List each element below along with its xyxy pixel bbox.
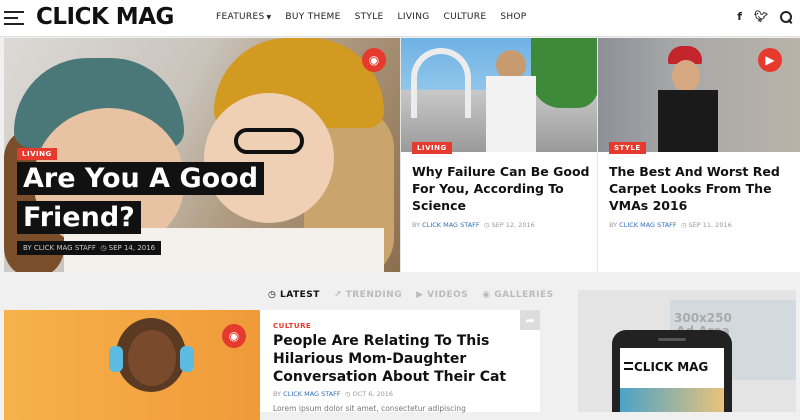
tab-trending[interactable]: ↗ TRENDING [334,290,402,300]
featured-title[interactable]: People Are Relating To This Hilarious Mo… [273,332,523,386]
tab-label: LATEST [280,290,320,300]
clock-icon: ◷ [483,221,490,229]
phone-speaker [658,338,686,341]
hamburger-menu-icon [624,362,633,370]
phone-screen: CLICK MAG [620,348,724,412]
featured-article[interactable]: CULTURE People Are Relating To This Hila… [260,310,540,413]
nav-item-living[interactable]: LIVING [398,12,430,22]
category-tag[interactable]: STYLE [609,142,646,154]
hamburger-menu-icon[interactable] [4,11,24,25]
category-tag[interactable]: LIVING [412,142,452,154]
camera-icon: ◉ [362,48,386,72]
nav-item-shop[interactable]: SHOP [500,12,526,22]
phone-logo: CLICK MAG [634,360,709,374]
play-icon: ▶ [416,290,424,300]
article-title[interactable]: The Best And Worst Red Carpet Looks From… [609,163,789,214]
hero-title-line-2[interactable]: Friend? [17,201,141,234]
category-tag[interactable]: LIVING [17,148,57,160]
meta-date: OCT 6, 2016 [352,390,394,398]
site-logo[interactable]: CLICK MAG [36,4,174,30]
tab-galleries[interactable]: ◉ GALLERIES [482,290,553,300]
main-nav: FEATURES ▼ BUY THEME STYLE LIVING CULTURE… [216,12,541,22]
nav-item-culture[interactable]: CULTURE [444,12,487,22]
social-links: f 🐦︎ [737,10,792,23]
nav-item-buy-theme[interactable]: BUY THEME [285,12,340,22]
article-image-part [672,60,700,92]
featured-image-part [180,346,194,372]
meta-by: BY [609,221,618,229]
featured-image[interactable]: ◉ [4,310,260,420]
clock-icon: ◷ [680,221,687,229]
meta-author[interactable]: CLICK MAG STAFF [283,390,341,398]
ad-label-line: 300x250 [674,311,732,325]
hero-image-part [234,128,304,154]
featured-image-part [109,346,123,372]
trending-icon: ↗ [333,290,342,300]
hero-author: BY CLICK MAG STAFF [23,244,96,252]
featured-meta: BY CLICK MAG STAFF ◷ OCT 6, 2016 [273,390,393,398]
meta-by: BY [273,390,282,398]
hero-image-part [204,93,334,223]
hero-title-line-1[interactable]: Are You A Good [17,162,265,195]
meta-author[interactable]: CLICK MAG STAFF [422,221,480,229]
hero-meta: BY CLICK MAG STAFF ◷ SEP 14, 2016 [17,241,162,255]
twitter-icon[interactable]: 🐦︎ [754,10,768,23]
hero-date: SEP 14, 2016 [108,244,156,252]
chevron-down-icon: ▼ [266,14,272,21]
tab-label: VIDEOS [427,290,469,300]
tab-label: TRENDING [345,290,403,300]
article-card[interactable]: LIVING Why Failure Can Be Good For You, … [400,38,597,272]
facebook-icon[interactable]: f [737,10,742,23]
article-image-part [658,90,718,152]
article-card[interactable]: ▶ STYLE The Best And Worst Red Carpet Lo… [597,38,800,272]
article-image-part [486,76,536,152]
tab-latest[interactable]: ◷ LATEST [268,290,320,300]
tab-videos[interactable]: ▶ VIDEOS [416,290,468,300]
article-image [401,38,597,152]
play-icon[interactable]: ▶ [758,48,782,72]
nav-item-features[interactable]: FEATURES ▼ [216,12,271,22]
article-image-part [411,48,471,118]
phone-mockup: CLICK MAG [612,330,732,412]
camera-icon: ◉ [482,290,491,300]
phone-image [620,388,724,412]
article-meta: BY CLICK MAG STAFF ◷ SEP 12, 2016 [412,221,535,229]
camera-icon: ◉ [222,324,246,348]
share-icon[interactable]: ➦ [520,310,540,330]
article-title[interactable]: Why Failure Can Be Good For You, Accordi… [412,163,592,214]
hero-article[interactable]: ◉ LIVING Are You A Good Friend? BY CLICK… [4,38,400,272]
article-image-part [531,38,597,108]
meta-date: SEP 11, 2016 [688,221,732,229]
top-bar: CLICK MAG FEATURES ▼ BUY THEME STYLE LIVI… [0,0,800,37]
featured-image-part [128,330,176,386]
category-label[interactable]: CULTURE [273,322,311,330]
meta-by: BY [412,221,421,229]
search-icon[interactable] [780,10,792,23]
clock-icon: ◷ [268,290,277,300]
meta-date: SEP 12, 2016 [491,221,535,229]
article-meta: BY CLICK MAG STAFF ◷ SEP 11, 2016 [609,221,732,229]
clock-icon: ◷ [344,390,351,398]
clock-icon: ◷ [100,244,107,252]
ad-area[interactable]: 300x250Ad Area CLICK MAG [578,290,796,412]
feed-tabs: ◷ LATEST ↗ TRENDING ▶ VIDEOS ◉ GALLERIES [268,290,554,300]
tab-label: GALLERIES [494,290,554,300]
meta-author[interactable]: CLICK MAG STAFF [619,221,677,229]
nav-item-style[interactable]: STYLE [355,12,384,22]
